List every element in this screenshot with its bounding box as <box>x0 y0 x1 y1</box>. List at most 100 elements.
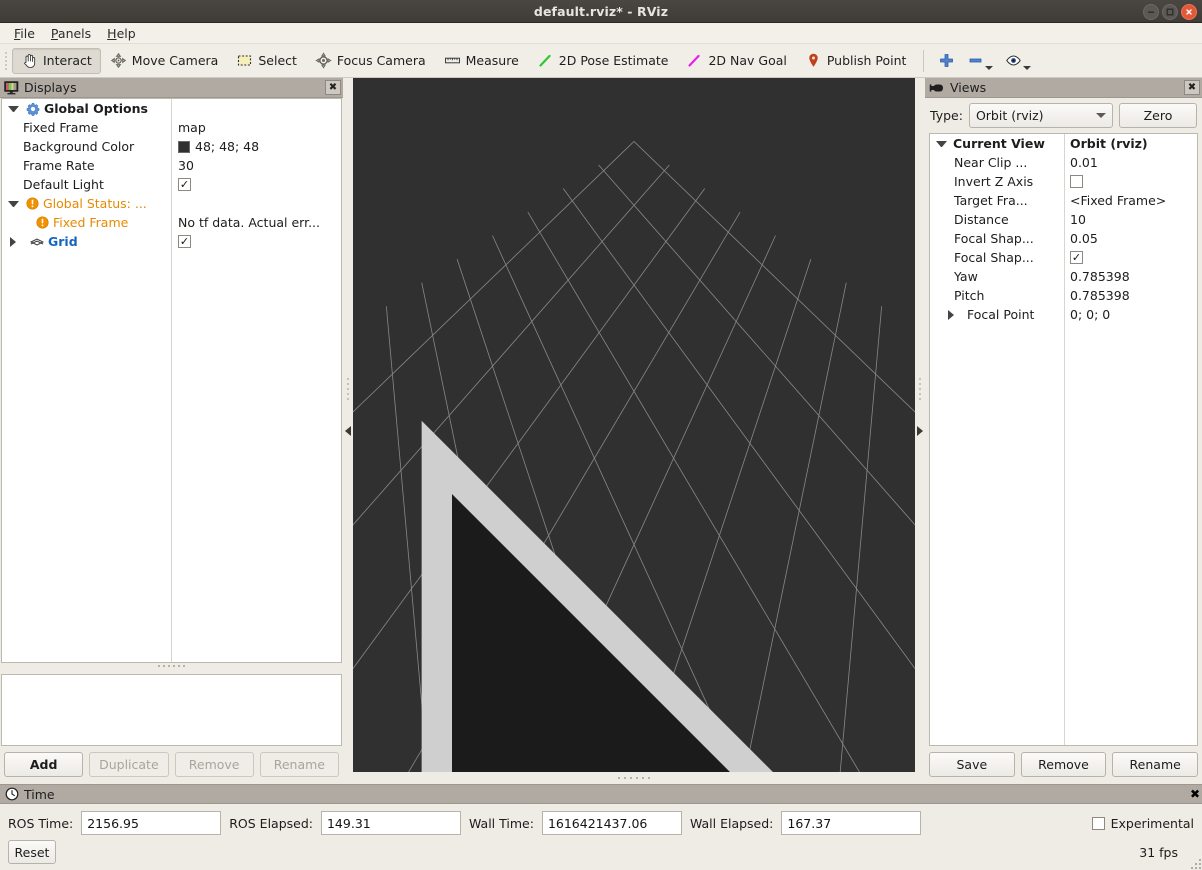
views-value-target-frame[interactable]: <Fixed Frame> <box>1070 193 1166 208</box>
ros-time-input[interactable]: 2156.95 <box>81 811 222 835</box>
save-view-button[interactable]: Save <box>929 752 1015 777</box>
views-row-yaw[interactable]: Yaw 0.785398 <box>930 267 1197 286</box>
tool-publish-point-label: Publish Point <box>826 53 907 68</box>
tree-value-fixed-frame[interactable]: map <box>178 120 206 135</box>
checkbox-focal-shape-fixed[interactable]: ✓ <box>1070 251 1083 264</box>
rename-view-button[interactable]: Rename <box>1112 752 1199 777</box>
menu-help[interactable]: Help <box>99 24 144 43</box>
tree-row-fixed-frame[interactable]: Fixed Frame map <box>2 118 341 137</box>
menu-panels[interactable]: Panels <box>43 24 99 43</box>
twisty-open-icon[interactable] <box>8 105 19 112</box>
duplicate-button[interactable]: Duplicate <box>89 752 169 777</box>
chevron-down-icon-eye[interactable] <box>1023 65 1032 70</box>
tool-2d-nav-goal[interactable]: 2D Nav Goal <box>677 48 795 74</box>
twisty-open-icon-status[interactable] <box>8 200 19 207</box>
reset-button[interactable]: Reset <box>8 840 56 864</box>
wall-time-input[interactable]: 1616421437.06 <box>541 811 682 835</box>
displays-description-box <box>1 674 342 746</box>
chevron-right-icon[interactable] <box>917 426 923 436</box>
tool-add-panel[interactable] <box>932 48 961 74</box>
chevron-left-icon[interactable] <box>345 426 351 436</box>
minimize-button[interactable] <box>1143 3 1159 20</box>
views-row-focal-shape-fixed[interactable]: Focal Shap... ✓ <box>930 248 1197 267</box>
views-panel: Views ✖ Type: Orbit (rviz) Zero Current … <box>925 78 1202 784</box>
chevron-down-icon-viewtype <box>1096 113 1106 118</box>
tree-row-fixed-frame-status[interactable]: Fixed Frame No tf data. Actual err... <box>2 213 341 232</box>
render-viewport-3d[interactable] <box>353 78 915 772</box>
displays-tree[interactable]: Global Options Fixed Frame map Backgroun… <box>1 98 342 663</box>
tool-select[interactable]: Select <box>227 48 306 74</box>
tree-row-default-light[interactable]: Default Light ✓ <box>2 175 341 194</box>
views-row-pitch[interactable]: Pitch 0.785398 <box>930 286 1197 305</box>
views-row-target-frame[interactable]: Target Fra... <Fixed Frame> <box>930 191 1197 210</box>
rename-button[interactable]: Rename <box>259 752 339 777</box>
twisty-closed-icon-focal-point[interactable] <box>948 309 959 320</box>
displays-panel-close-icon[interactable]: ✖ <box>325 80 341 95</box>
tree-label-grid: Grid <box>48 234 78 249</box>
views-value-pitch[interactable]: 0.785398 <box>1070 288 1130 303</box>
views-panel-close-icon[interactable]: ✖ <box>1184 80 1200 95</box>
remove-button[interactable]: Remove <box>174 752 254 777</box>
checkbox-invert-z-axis[interactable] <box>1070 175 1083 188</box>
tool-interact[interactable]: Interact <box>12 47 101 74</box>
tool-publish-point[interactable]: Publish Point <box>796 48 916 74</box>
tree-value-frame-rate[interactable]: 30 <box>178 158 194 173</box>
menu-file[interactable]: File <box>6 24 43 43</box>
close-button[interactable] <box>1181 3 1197 20</box>
tool-measure[interactable]: Measure <box>435 48 528 74</box>
wall-elapsed-input[interactable]: 167.37 <box>781 811 922 835</box>
view-type-select[interactable]: Orbit (rviz) <box>968 103 1113 128</box>
views-value-focal-shape-size[interactable]: 0.05 <box>1070 231 1098 246</box>
green-arrow-icon <box>539 54 551 67</box>
views-tree[interactable]: Current View Orbit (rviz) Near Clip ... … <box>929 133 1198 746</box>
viewport-region <box>343 78 925 784</box>
maximize-button[interactable] <box>1162 3 1178 20</box>
viewport-bottom-splitter[interactable] <box>353 772 915 784</box>
window-resize-grip[interactable] <box>1189 857 1201 869</box>
chevron-down-icon-minus[interactable] <box>985 65 994 70</box>
tool-visibility[interactable] <box>999 48 1037 74</box>
experimental-toggle[interactable]: Experimental <box>1091 816 1194 831</box>
twisty-closed-icon-grid[interactable] <box>10 236 21 247</box>
tree-row-global-options[interactable]: Global Options <box>2 99 341 118</box>
twisty-open-icon-current-view[interactable] <box>936 140 947 147</box>
grid-visibility-icon <box>30 237 44 246</box>
checkbox-default-light[interactable]: ✓ <box>178 178 191 191</box>
checkbox-grid[interactable]: ✓ <box>178 235 191 248</box>
tool-2d-pose-estimate[interactable]: 2D Pose Estimate <box>528 48 678 74</box>
views-value-near-clip[interactable]: 0.01 <box>1070 155 1098 170</box>
tree-value-background-color[interactable]: 48; 48; 48 <box>195 139 259 154</box>
time-panel-close-icon[interactable]: ✖ <box>1190 787 1200 801</box>
tree-row-frame-rate[interactable]: Frame Rate 30 <box>2 156 341 175</box>
views-value-yaw[interactable]: 0.785398 <box>1070 269 1130 284</box>
tool-move-camera[interactable]: Move Camera <box>101 48 228 74</box>
displays-splitter[interactable] <box>0 663 343 669</box>
remove-view-button[interactable]: Remove <box>1020 752 1107 777</box>
add-button[interactable]: Add <box>4 752 84 777</box>
wall-elapsed-label: Wall Elapsed: <box>689 815 774 831</box>
tree-row-background-color[interactable]: Background Color 48; 48; 48 <box>2 137 341 156</box>
views-label-current-view: Current View <box>953 136 1045 151</box>
checkbox-experimental[interactable] <box>1091 816 1105 830</box>
tool-remove-panel[interactable] <box>961 48 999 74</box>
tree-value-fixed-frame-status: No tf data. Actual err... <box>178 215 321 230</box>
tool-focus-camera[interactable]: Focus Camera <box>306 48 435 74</box>
zero-button[interactable]: Zero <box>1119 103 1197 128</box>
collapse-right-handle[interactable] <box>915 78 925 784</box>
views-row-invert-z-axis[interactable]: Invert Z Axis <box>930 172 1197 191</box>
tree-row-global-status[interactable]: Global Status: ... <box>2 194 341 213</box>
views-value-distance[interactable]: 10 <box>1070 212 1086 227</box>
views-value-focal-point[interactable]: 0; 0; 0 <box>1070 307 1110 322</box>
views-row-current-view[interactable]: Current View Orbit (rviz) <box>930 134 1197 153</box>
tree-row-grid[interactable]: Grid ✓ <box>2 232 341 251</box>
color-swatch[interactable] <box>178 140 190 153</box>
ros-elapsed-input[interactable]: 149.31 <box>320 811 461 835</box>
toolbar-grip[interactable] <box>2 50 10 72</box>
views-row-focal-point[interactable]: Focal Point 0; 0; 0 <box>930 305 1197 324</box>
collapse-left-handle[interactable] <box>343 78 353 784</box>
views-row-distance[interactable]: Distance 10 <box>930 210 1197 229</box>
clock-icon <box>5 787 19 801</box>
reset-button-label: Reset <box>14 844 50 860</box>
views-row-focal-shape-size[interactable]: Focal Shap... 0.05 <box>930 229 1197 248</box>
views-row-near-clip[interactable]: Near Clip ... 0.01 <box>930 153 1197 172</box>
